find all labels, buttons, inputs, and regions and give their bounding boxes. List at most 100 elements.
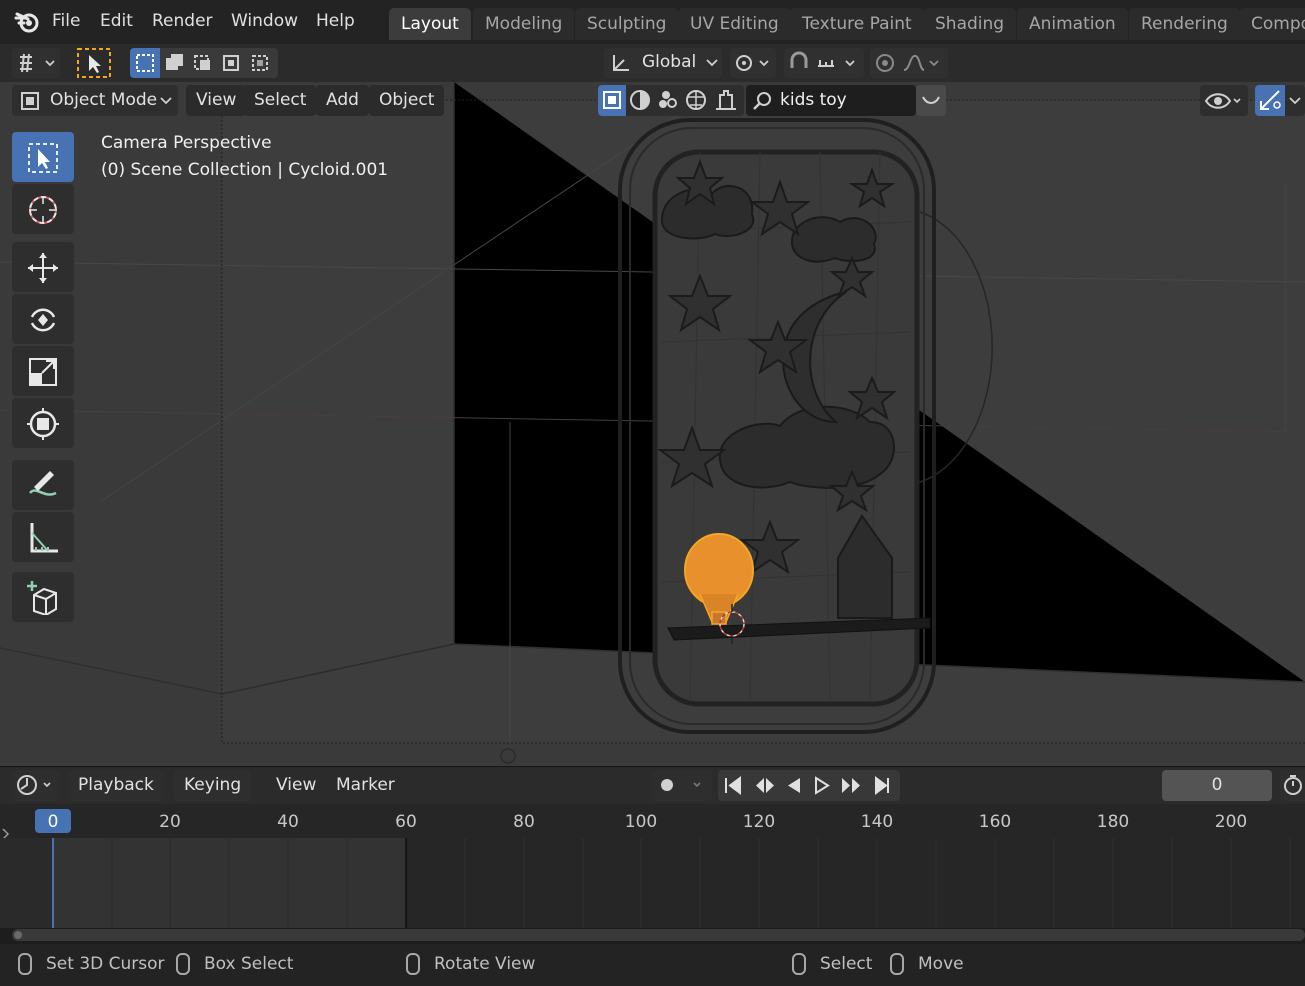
timeline-menu-view[interactable]: View bbox=[266, 770, 327, 801]
playback-controls bbox=[718, 770, 900, 801]
viewport-menu-add[interactable]: Add bbox=[316, 85, 369, 116]
tab-layout[interactable]: Layout bbox=[389, 8, 471, 40]
ruler-label: 180 bbox=[1096, 812, 1130, 832]
tool-scale[interactable] bbox=[12, 346, 74, 396]
visibility-dropdown[interactable] bbox=[1200, 85, 1248, 116]
record-icon bbox=[661, 779, 701, 791]
ruler-label: 20 bbox=[159, 812, 181, 832]
pivot-point-dropdown[interactable] bbox=[730, 48, 776, 78]
select-tool-button[interactable] bbox=[76, 48, 112, 78]
chevron-down-icon bbox=[706, 59, 718, 67]
object-mode-label: Object Mode bbox=[50, 90, 158, 110]
filter-types-icon[interactable] bbox=[626, 85, 744, 116]
ruler-label: 160 bbox=[978, 812, 1012, 832]
editor-type-button[interactable] bbox=[12, 48, 60, 78]
ruler-label: 200 bbox=[1214, 812, 1248, 832]
search-options-button[interactable] bbox=[916, 85, 946, 116]
timeline-ruler[interactable]: 0 20 40 60 80 100 120 140 160 180 200 bbox=[0, 804, 1305, 840]
viewport-menu-select[interactable]: Select bbox=[244, 85, 317, 116]
mouse-middle-icon bbox=[406, 953, 420, 975]
viewport-scene-label: (0) Scene Collection | Cycloid.001 bbox=[101, 160, 389, 180]
tab-texture-paint[interactable]: Texture Paint bbox=[790, 8, 924, 40]
proportional-edit-group bbox=[870, 48, 948, 78]
timeline-menu-playback[interactable]: Playback bbox=[68, 770, 164, 801]
tool-select-box[interactable] bbox=[12, 132, 74, 182]
scrollbar-handle[interactable] bbox=[14, 931, 22, 939]
status-bar: Set 3D Cursor Box Select Rotate View Sel… bbox=[0, 944, 1305, 986]
timeline-grid bbox=[52, 838, 1305, 928]
search-input[interactable]: kids toy bbox=[780, 90, 847, 110]
playback-controls-icons[interactable] bbox=[718, 770, 900, 801]
status-select-label: Select bbox=[820, 954, 873, 974]
tab-sculpting[interactable]: Sculpting bbox=[575, 8, 679, 40]
chevron-down-icon bbox=[160, 97, 172, 105]
3d-viewport[interactable] bbox=[0, 82, 1305, 766]
filter-icons-group bbox=[598, 85, 744, 116]
object-mode-icon bbox=[21, 92, 39, 110]
tab-animation[interactable]: Animation bbox=[1017, 8, 1128, 40]
blender-logo-icon[interactable] bbox=[14, 10, 40, 34]
viewport-menu-object[interactable]: Object bbox=[369, 85, 445, 116]
gizmo-toggle-button[interactable] bbox=[1255, 85, 1285, 116]
rotate-icon bbox=[30, 308, 56, 332]
timeline-area[interactable] bbox=[0, 838, 1305, 928]
current-frame-field[interactable]: 0 bbox=[1162, 770, 1272, 801]
tool-rotate[interactable] bbox=[12, 294, 74, 344]
ruler-label: 60 bbox=[395, 812, 417, 832]
transform-icon bbox=[27, 408, 59, 440]
tool-measure[interactable] bbox=[12, 512, 74, 562]
snap-magnet-icon[interactable] bbox=[784, 48, 864, 78]
viewport-header: Object Mode View Select Add Object kids … bbox=[0, 82, 1305, 118]
search-icon bbox=[753, 92, 771, 110]
curve-icon bbox=[922, 96, 940, 104]
tool-cursor[interactable] bbox=[12, 184, 74, 234]
select-new-button[interactable] bbox=[130, 48, 160, 78]
gizmo-icon bbox=[1260, 90, 1281, 110]
tab-modeling[interactable]: Modeling bbox=[473, 8, 575, 40]
tool-transform[interactable] bbox=[12, 398, 74, 448]
ruler-label: 40 bbox=[277, 812, 299, 832]
select-new-icon bbox=[136, 54, 154, 72]
3d-cursor-icon bbox=[29, 196, 57, 224]
timeline-menu-marker[interactable]: Marker bbox=[326, 770, 405, 801]
search-field[interactable]: kids toy bbox=[746, 85, 916, 116]
menu-file[interactable]: File bbox=[52, 11, 80, 31]
timeline-editor-type[interactable] bbox=[12, 770, 60, 801]
cursor-arrow-icon bbox=[77, 48, 111, 78]
menu-help[interactable]: Help bbox=[316, 11, 355, 31]
chevron-down-icon[interactable] bbox=[1289, 97, 1301, 105]
tool-add-cube[interactable] bbox=[12, 572, 74, 622]
timeline-menu-keying[interactable]: Keying bbox=[174, 770, 252, 801]
viewport-menu-view[interactable]: View bbox=[186, 85, 247, 116]
tool-annotate[interactable] bbox=[12, 460, 74, 510]
proportional-edit-icon[interactable] bbox=[870, 48, 948, 78]
select-modes-icon[interactable] bbox=[160, 48, 278, 78]
current-frame-value: 0 bbox=[1211, 775, 1223, 795]
transform-orientation-dropdown[interactable]: Global bbox=[604, 48, 722, 78]
tab-compositing[interactable]: Compo bbox=[1239, 8, 1305, 40]
menu-render[interactable]: Render bbox=[152, 11, 213, 31]
mouse-drag-icon bbox=[176, 953, 190, 975]
timeline-scrollbar[interactable] bbox=[12, 929, 1305, 941]
orientation-axes-icon bbox=[613, 55, 629, 71]
menu-edit[interactable]: Edit bbox=[100, 11, 133, 31]
auto-keying-toggle[interactable] bbox=[652, 770, 712, 801]
tab-rendering[interactable]: Rendering bbox=[1129, 8, 1240, 40]
pivot-icon bbox=[736, 55, 769, 71]
ruler-label: 140 bbox=[860, 812, 894, 832]
annotate-pencil-icon bbox=[29, 471, 57, 496]
playback-timer-button[interactable] bbox=[1280, 770, 1305, 801]
ruler-label: 100 bbox=[624, 812, 658, 832]
status-select: Select bbox=[792, 953, 872, 975]
tab-shading[interactable]: Shading bbox=[923, 8, 1017, 40]
viewport-camera-label: Camera Perspective bbox=[101, 133, 272, 153]
tool-move[interactable] bbox=[12, 242, 74, 292]
measure-ruler-icon bbox=[30, 523, 58, 553]
object-mode-dropdown[interactable]: Object Mode bbox=[12, 85, 178, 116]
menu-window[interactable]: Window bbox=[231, 11, 298, 31]
status-box-select-label: Box Select bbox=[204, 954, 294, 974]
status-box-select: Box Select bbox=[176, 953, 293, 975]
tab-uv-editing[interactable]: UV Editing bbox=[678, 8, 791, 40]
selection-mode-group bbox=[130, 48, 278, 78]
filter-selectable-button[interactable] bbox=[598, 85, 626, 116]
